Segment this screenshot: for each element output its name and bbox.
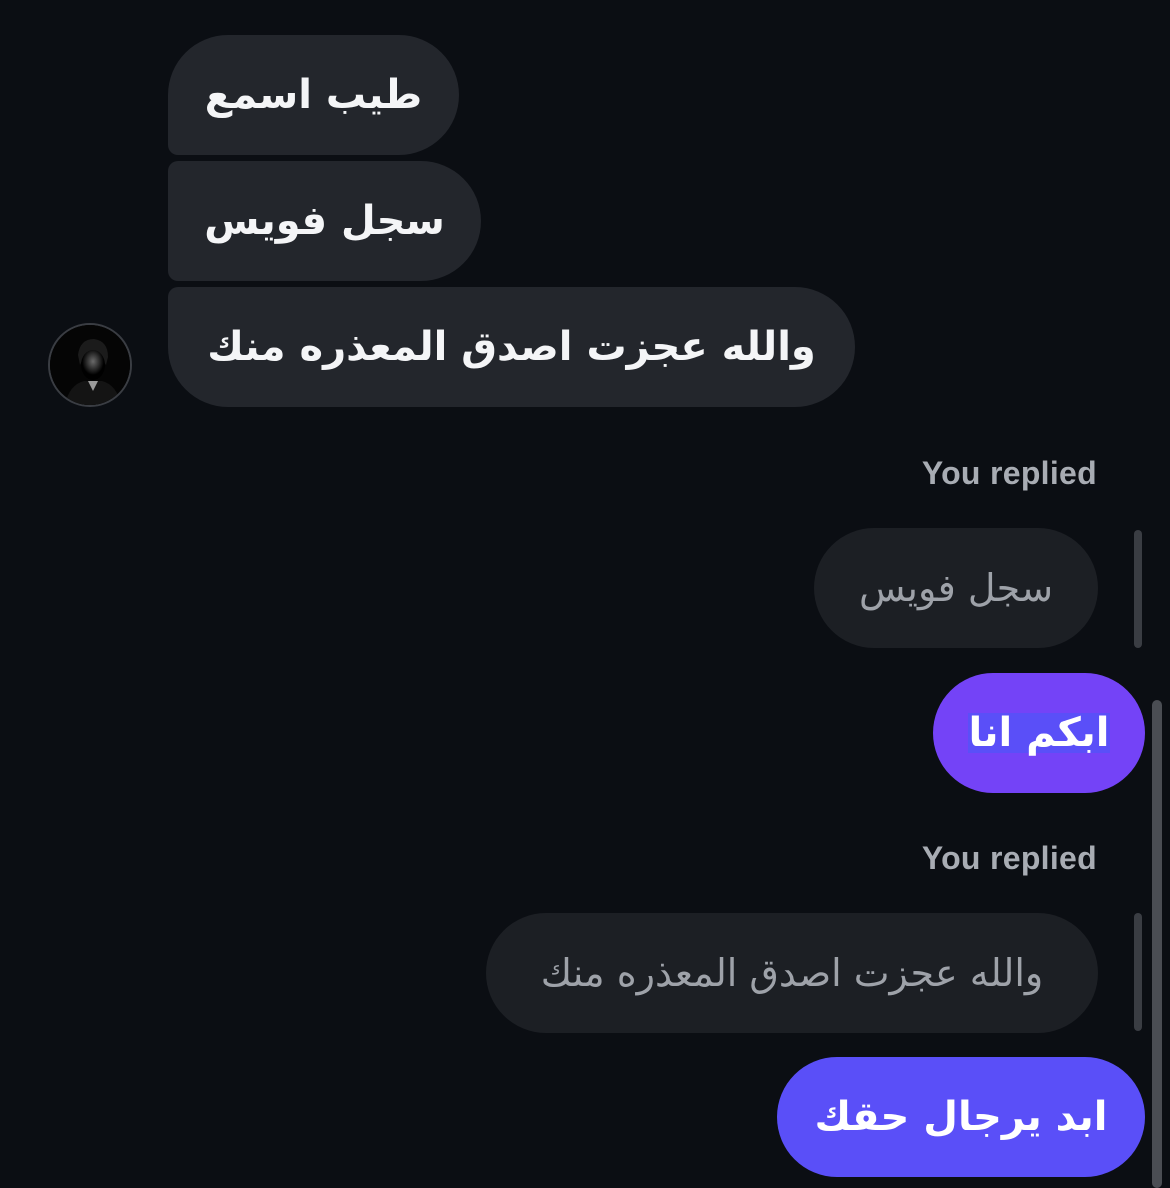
contact-avatar[interactable] <box>48 323 132 407</box>
you-replied-label: You replied <box>921 455 1097 491</box>
quote-indicator-bar <box>1134 913 1142 1031</box>
scrollbar[interactable] <box>1152 700 1162 1188</box>
quote-indicator-bar <box>1134 530 1142 648</box>
outgoing-message-text: ابد يرجال حقك <box>814 1094 1108 1140</box>
incoming-message-3[interactable]: والله عجزت اصدق المعذره منك <box>168 287 855 407</box>
incoming-message-text: طيب اسمع <box>204 72 423 118</box>
quoted-message[interactable]: سجل فويس <box>814 528 1098 648</box>
incoming-message-text: سجل فويس <box>204 198 445 244</box>
you-replied-label: You replied <box>921 840 1097 876</box>
incoming-message-1[interactable]: طيب اسمع <box>168 35 459 155</box>
incoming-message-2[interactable]: سجل فويس <box>168 161 481 281</box>
quoted-message[interactable]: والله عجزت اصدق المعذره منك <box>486 913 1098 1033</box>
outgoing-message-text: ابكم انا <box>968 710 1110 756</box>
quoted-message-text: سجل فويس <box>858 566 1054 610</box>
chat-screen: طيب اسمع سجل فويس والله عجزت اصدق المعذر… <box>0 0 1170 1188</box>
avatar-photo-icon <box>50 325 130 405</box>
outgoing-message-2[interactable]: ابد يرجال حقك <box>777 1057 1145 1177</box>
incoming-message-text: والله عجزت اصدق المعذره منك <box>207 324 816 370</box>
outgoing-message-1[interactable]: ابكم انا <box>933 673 1145 793</box>
quoted-message-text: والله عجزت اصدق المعذره منك <box>540 951 1044 995</box>
